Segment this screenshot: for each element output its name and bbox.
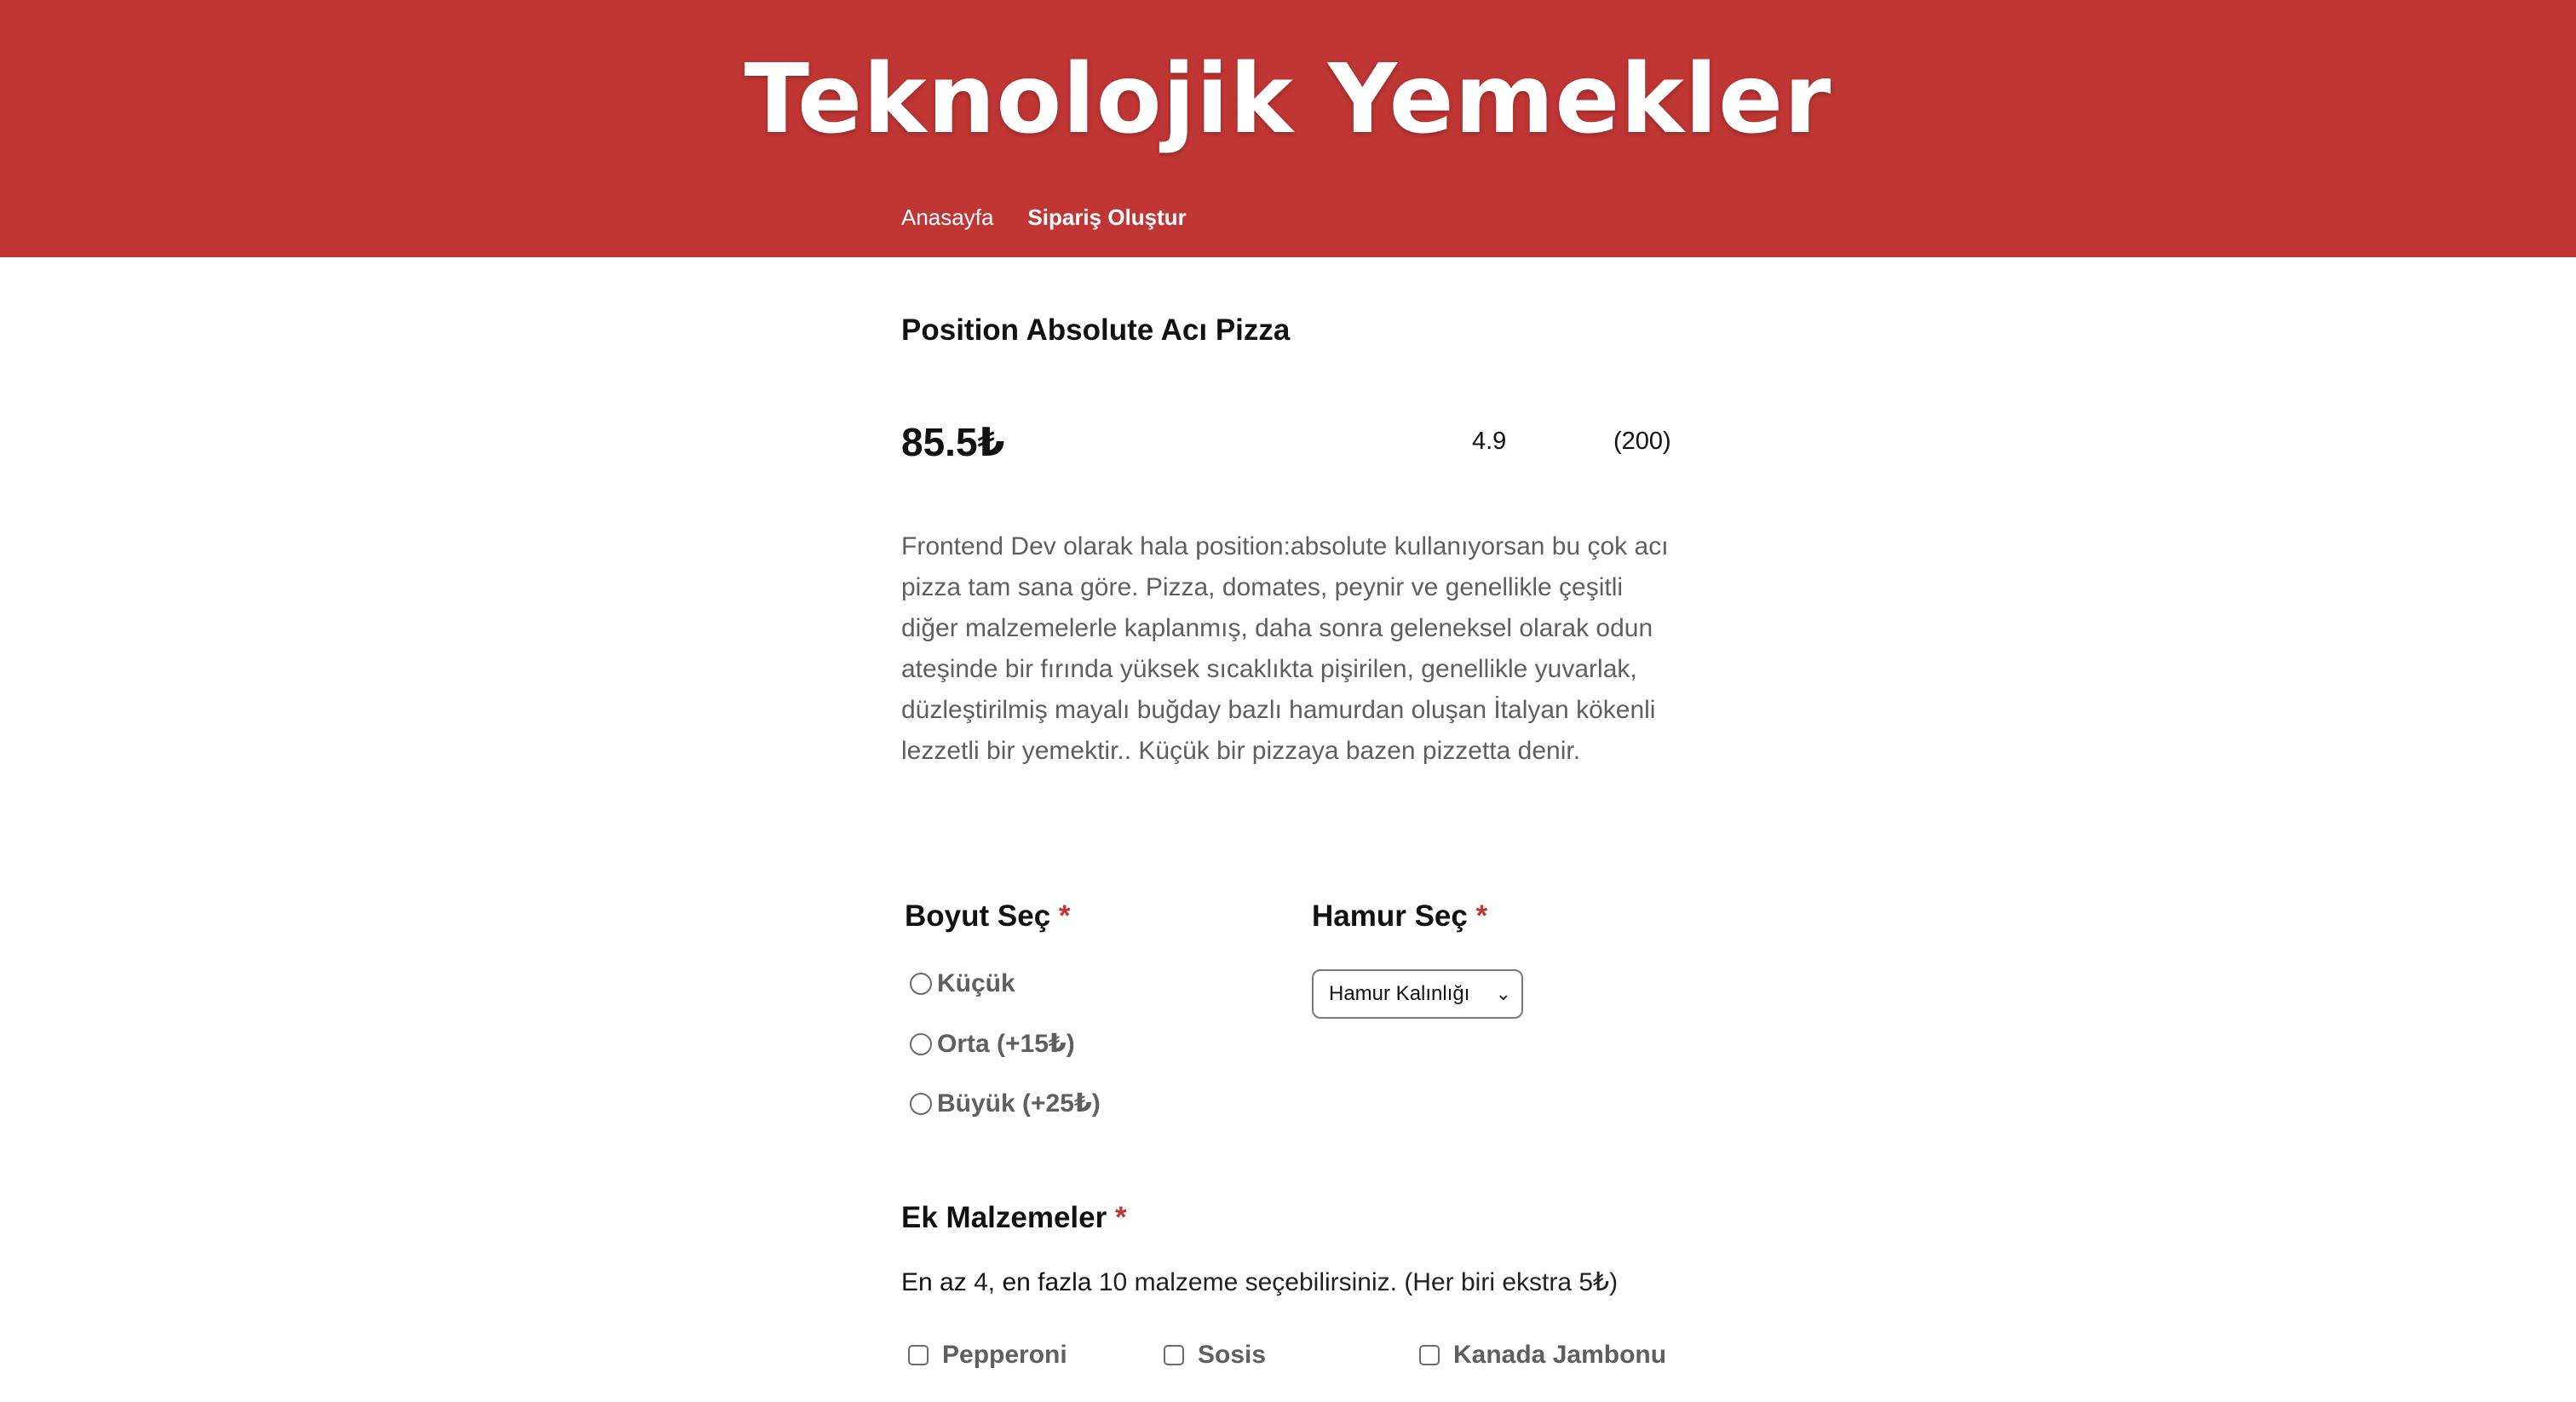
size-option-label: Büyük (+25₺) (937, 1089, 1101, 1118)
dough-section-title: Hamur Seç * (1312, 899, 1487, 934)
extra-pepperoni[interactable]: Pepperoni (908, 1341, 1067, 1370)
extra-label: Kanada Jambonu (1453, 1341, 1667, 1369)
extras-section-title: Ek Malzemeler * (901, 1201, 1127, 1235)
brand-logo[interactable]: Teknolojik Yemekler (0, 44, 2576, 155)
radio-button[interactable] (910, 973, 932, 995)
nav-link-home[interactable]: Anasayfa (901, 204, 993, 231)
checkbox[interactable] (1419, 1345, 1440, 1365)
main-nav: Anasayfa Sipariş Oluştur (901, 204, 1187, 231)
radio-button[interactable] (910, 1092, 932, 1115)
dough-title-label: Hamur Seç (1312, 899, 1468, 933)
extra-canadian-ham[interactable]: Kanada Jambonu (1419, 1341, 1666, 1370)
checkbox[interactable] (1164, 1345, 1184, 1365)
size-option-medium[interactable]: Orta (+15₺) (910, 1029, 1075, 1059)
size-option-small[interactable]: Küçük (910, 969, 1015, 998)
extra-sosis[interactable]: Sosis (1164, 1341, 1266, 1370)
dough-select[interactable]: Hamur Kalınlığı ⌄ (1312, 969, 1523, 1019)
size-option-large[interactable]: Büyük (+25₺) (910, 1089, 1101, 1118)
chevron-down-icon: ⌄ (1495, 983, 1511, 1004)
product-description: Frontend Dev olarak hala position:absolu… (901, 532, 1669, 765)
dough-select-value: Hamur Kalınlığı (1329, 982, 1470, 1005)
extras-title-label: Ek Malzemeler (901, 1201, 1107, 1234)
radio-button[interactable] (910, 1032, 932, 1055)
extras-min-value: 4, (974, 1268, 996, 1296)
size-title-label: Boyut Seç (905, 899, 1051, 933)
extras-max-label: en fazla (1002, 1268, 1092, 1296)
size-required-mark: * (1058, 899, 1071, 933)
size-option-label: Küçük (937, 969, 1015, 997)
product-price: 85.5₺ (901, 420, 1005, 464)
extras-required-mark: * (1114, 1201, 1127, 1234)
product-review-count: (200) (1613, 428, 1671, 455)
site-header: Teknolojik Yemekler Anasayfa Sipariş Olu… (0, 0, 2576, 257)
size-section-title: Boyut Seç * (905, 899, 1071, 934)
extras-description: En az 4, en fazla 10 malzeme seçebilirsi… (901, 1267, 1618, 1297)
extras-rest-text: 10 malzeme seçebilirsiniz. (Her biri eks… (1098, 1268, 1619, 1296)
product-rating: 4.9 (1472, 428, 1507, 455)
size-option-label: Orta (+15₺) (937, 1030, 1075, 1058)
nav-link-create-order[interactable]: Sipariş Oluştur (1027, 204, 1186, 231)
checkbox[interactable] (908, 1345, 929, 1365)
extra-label: Pepperoni (942, 1341, 1067, 1369)
product-title: Position Absolute Acı Pizza (901, 313, 1291, 347)
extra-label: Sosis (1198, 1341, 1267, 1369)
dough-required-mark: * (1475, 899, 1488, 933)
extras-min-label: En az (901, 1268, 967, 1296)
